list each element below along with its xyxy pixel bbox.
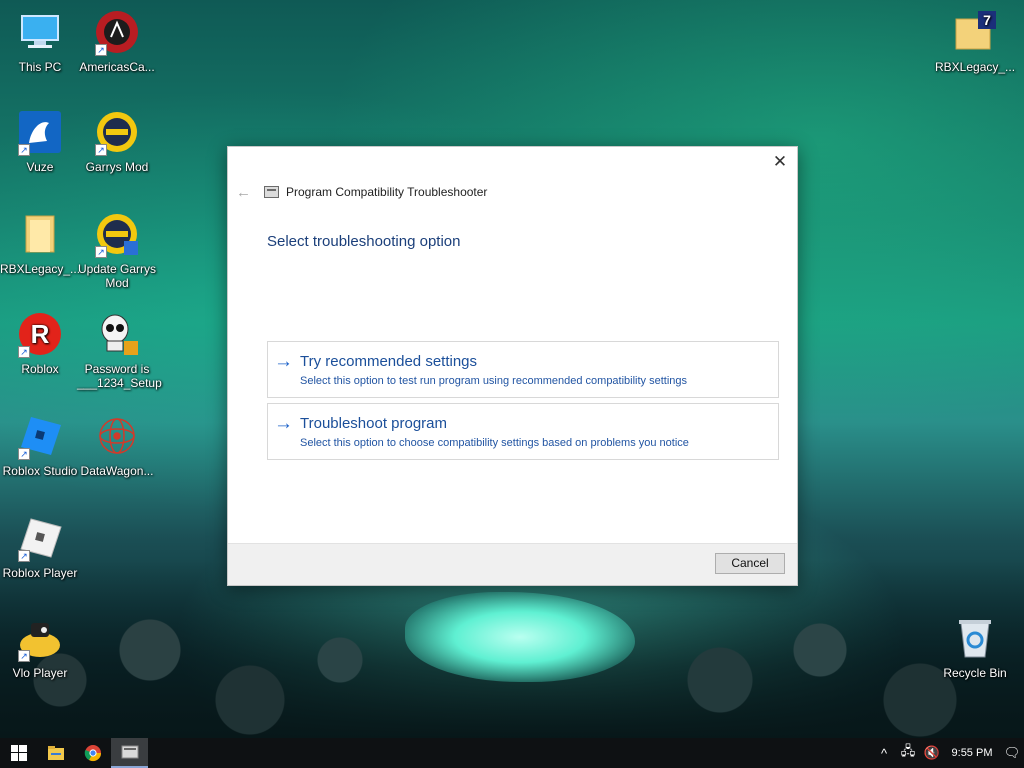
desktop-icon-label: Vuze (26, 160, 54, 174)
garrys-mod-icon: ↗ (93, 210, 141, 258)
page-heading: Select troubleshooting option (267, 233, 461, 250)
shortcut-arrow-icon: ↗ (18, 650, 30, 662)
desktop-icon-roblox[interactable]: R ↗ Roblox (0, 310, 80, 376)
close-button[interactable]: ✕ (771, 153, 789, 171)
system-tray: ^ 🖧 🔇 9:55 PM 🗨 (872, 738, 1024, 768)
cancel-button[interactable]: Cancel (715, 553, 785, 574)
arrow-right-icon: → (274, 413, 293, 434)
option-description: Select this option to test run program u… (300, 375, 688, 387)
desktop-icon-update-garrys-mod[interactable]: ↗ Update Garrys Mod (77, 210, 157, 290)
desktop-icon-garrys-mod[interactable]: ↗ Garrys Mod (77, 108, 157, 174)
desktop-icon-label: Garrys Mod (85, 160, 149, 174)
roblox-icon: R ↗ (16, 310, 64, 358)
casino-chip-icon: ↗ (93, 8, 141, 56)
svg-text:R: R (31, 319, 50, 349)
desktop-icon-label: Recycle Bin (943, 666, 1007, 680)
desktop-icon-recycle-bin[interactable]: Recycle Bin (935, 614, 1015, 680)
desktop-icon-roblox-studio[interactable]: ↗ Roblox Studio (0, 412, 80, 478)
option-description: Select this option to choose compatibili… (300, 437, 689, 449)
desktop-icon-datawagon[interactable]: DataWagon... (77, 412, 157, 478)
shortcut-arrow-icon: ↗ (18, 448, 30, 460)
desktop-icon-label: Vlo Player (12, 666, 68, 680)
shortcut-arrow-icon: ↗ (18, 346, 30, 358)
try-recommended-settings-option[interactable]: → Try recommended settings Select this o… (267, 341, 779, 398)
desktop-icon-label: Update Garrys Mod (77, 262, 157, 290)
desktop-icon-rbxlegacy-folder[interactable]: RBXLegacy_... (0, 210, 80, 276)
shortcut-arrow-icon: ↗ (95, 44, 107, 56)
file-explorer-icon[interactable] (37, 738, 74, 768)
desktop-icon-label: This PC (18, 60, 62, 74)
desktop-icon-label: RBXLegacy_... (0, 262, 81, 276)
vlo-player-icon: ↗ (16, 614, 64, 662)
troubleshooter-taskbar-icon[interactable] (111, 738, 148, 768)
clock[interactable]: 9:55 PM (944, 747, 1000, 759)
desktop-icon-label: Roblox Player (2, 566, 78, 580)
shortcut-arrow-icon: ↗ (95, 246, 107, 258)
desktop-icon-roblox-player[interactable]: ↗ Roblox Player (0, 514, 80, 580)
chevron-up-icon[interactable]: ^ (872, 746, 896, 761)
troubleshoot-program-option[interactable]: → Troubleshoot program Select this optio… (267, 403, 779, 460)
desktop-icon-this-pc[interactable]: This PC (0, 8, 80, 74)
computer-icon (16, 8, 64, 56)
roblox-player-icon: ↗ (16, 514, 64, 562)
recycle-bin-icon (951, 614, 999, 662)
desktop-icon-label: RBXLegacy_... (935, 60, 1016, 74)
chrome-icon[interactable] (74, 738, 111, 768)
network-icon[interactable]: 🖧 (896, 742, 920, 764)
option-title: Troubleshoot program (300, 415, 448, 432)
taskbar: ^ 🖧 🔇 9:55 PM 🗨 (0, 738, 1024, 768)
dialog-footer: Cancel (228, 543, 797, 585)
svg-text:7: 7 (983, 12, 991, 28)
desktop-icon-label: Roblox Studio (2, 464, 78, 478)
volume-muted-icon[interactable]: 🔇 (920, 745, 944, 761)
desktop-icon-rbxlegacy-archive[interactable]: 7 RBXLegacy_... (935, 8, 1015, 74)
vuze-frog-icon: ↗ (16, 108, 64, 156)
desktop-icon-vlo-player[interactable]: ↗ Vlo Player (0, 614, 80, 680)
dialog-title: Program Compatibility Troubleshooter (286, 185, 488, 199)
roblox-studio-icon: ↗ (16, 412, 64, 460)
desktop-icon-label: AmericasCa... (79, 60, 155, 74)
option-title: Try recommended settings (300, 353, 478, 370)
desktop-icon-vuze[interactable]: ↗ Vuze (0, 108, 80, 174)
desktop-icon-label: Roblox (21, 362, 59, 376)
troubleshooter-dialog: ✕ ← Program Compatibility Troubleshooter… (227, 146, 798, 586)
archive-folder-icon: 7 (951, 8, 999, 56)
desktop-icon-label: DataWagon... (80, 464, 154, 478)
shortcut-arrow-icon: ↗ (95, 144, 107, 156)
shortcut-arrow-icon: ↗ (18, 144, 30, 156)
datawagon-icon (93, 412, 141, 460)
action-center-icon[interactable]: 🗨 (1000, 745, 1024, 761)
skull-icon (93, 310, 141, 358)
desktop-icon-americascardroom[interactable]: ↗ AmericasCa... (77, 8, 157, 74)
arrow-right-icon: → (274, 351, 293, 372)
desktop-icon-label: Password is ___1234_Setup (77, 362, 162, 390)
windows-start-icon[interactable] (0, 738, 37, 768)
troubleshooter-icon (264, 186, 279, 198)
folder-icon (16, 210, 64, 258)
desktop-icon-password-setup[interactable]: Password is ___1234_Setup (77, 310, 162, 390)
shortcut-arrow-icon: ↗ (18, 550, 30, 562)
back-arrow-icon[interactable]: ← (236, 184, 251, 201)
garrys-mod-icon: ↗ (93, 108, 141, 156)
